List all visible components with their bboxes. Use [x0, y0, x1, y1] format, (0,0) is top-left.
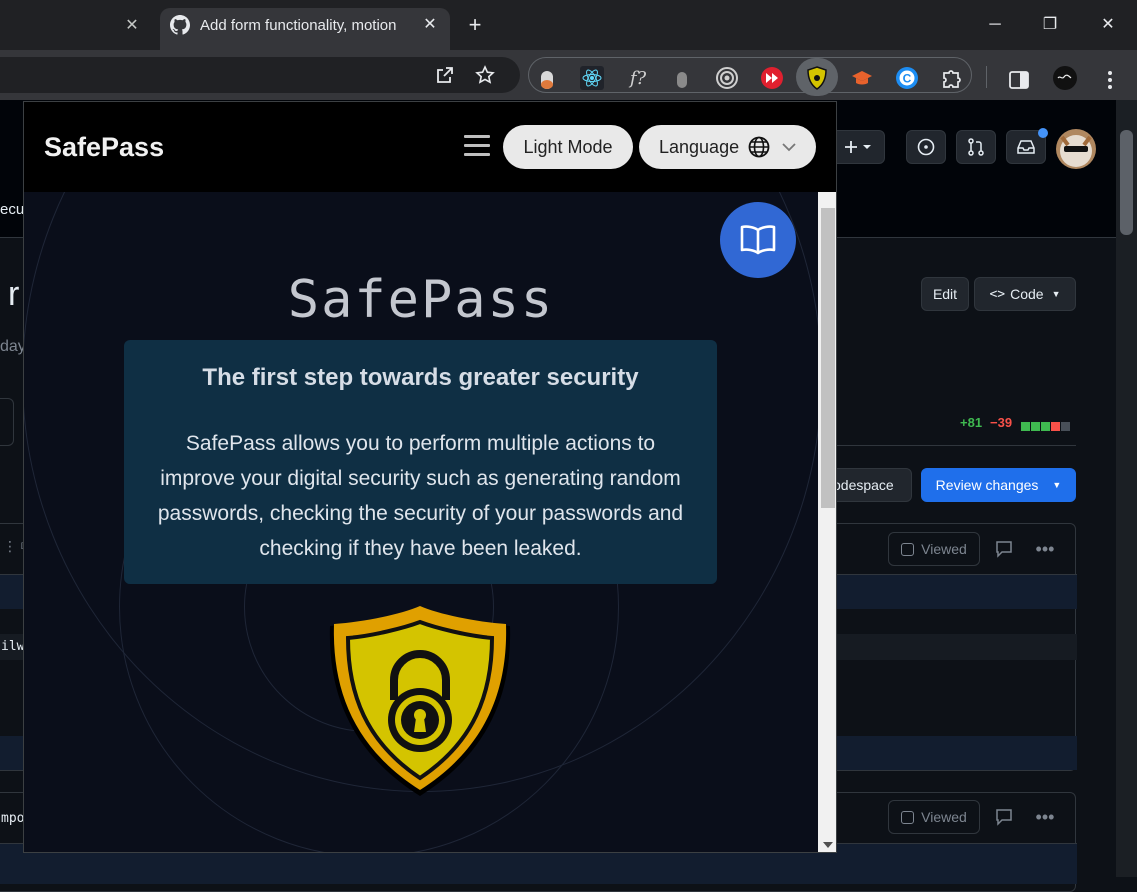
globe-icon — [748, 136, 770, 158]
hat-ext-icon[interactable] — [848, 64, 876, 92]
checkbox-icon — [901, 810, 915, 824]
code-fragment-2: mpo — [1, 811, 25, 826]
forward-ext-icon[interactable] — [758, 64, 786, 92]
user-avatar[interactable] — [1056, 129, 1096, 169]
checkbox-icon — [901, 542, 915, 556]
profile-avatar-icon[interactable] — [1051, 64, 1079, 92]
review-changes-button[interactable]: Review changes ▼ — [921, 468, 1076, 502]
pr-title-fragment: r — [8, 275, 20, 313]
code-label: Code — [1010, 286, 1044, 302]
viewed-checkbox-2[interactable]: Viewed — [888, 800, 980, 834]
side-panel-icon[interactable] — [1005, 66, 1033, 94]
browser-tab-active[interactable]: Add form functionality, motion ✕ — [160, 8, 450, 50]
fx-ext-icon[interactable]: f? — [624, 64, 652, 92]
divider — [836, 445, 1076, 446]
hamburger-menu-icon[interactable] — [464, 135, 490, 157]
kebab-menu-icon[interactable] — [1096, 66, 1124, 94]
new-tab-button[interactable]: + — [462, 12, 488, 38]
card-description: SafePass allows you to perform multiple … — [157, 432, 684, 560]
language-dropdown[interactable]: Language — [639, 125, 816, 169]
browser-tab-inactive[interactable]: ✕ — [0, 8, 155, 50]
docs-book-button[interactable] — [720, 202, 796, 278]
c-ext-icon[interactable]: C — [893, 64, 921, 92]
code-icon: <> — [989, 286, 1006, 302]
react-devtools-icon[interactable] — [578, 64, 606, 92]
edit-button[interactable]: Edit — [921, 277, 969, 311]
language-label: Language — [659, 136, 740, 157]
minimize-button[interactable]: ─ — [980, 10, 1010, 40]
brand-logo-text[interactable]: SafePass — [44, 132, 164, 163]
code-fragment: ilw — [1, 639, 25, 654]
scrollbar-thumb[interactable] — [1120, 130, 1133, 235]
more-options-icon[interactable]: ••• — [1031, 803, 1059, 831]
scroll-down-arrow-icon[interactable] — [823, 842, 833, 848]
hero-title: SafePass — [287, 270, 555, 330]
open-in-new-icon[interactable] — [431, 61, 459, 89]
diffstat-bar — [1021, 418, 1070, 436]
notification-dot — [1038, 128, 1048, 138]
create-new-button[interactable] — [830, 130, 885, 164]
chevron-down-icon: ▼ — [1051, 289, 1061, 299]
deletions-count: −39 — [990, 415, 1013, 430]
codespace-button[interactable]: odespace — [826, 468, 912, 502]
chevron-down-icon — [782, 143, 796, 152]
bulb-ext-icon[interactable] — [668, 66, 696, 94]
capsule-ext-icon[interactable] — [533, 66, 561, 94]
additions-count: +81 — [960, 415, 983, 430]
tab-title: Add form functionality, motion — [200, 17, 397, 34]
target-ext-icon[interactable] — [713, 64, 741, 92]
intro-card: The first step towards greater security … — [124, 340, 717, 584]
safepass-popup: SafePass Light Mode Language SafePass Th… — [23, 101, 837, 853]
github-icon — [170, 15, 190, 35]
light-mode-label: Light Mode — [523, 136, 613, 157]
card-title: The first step towards greater security — [202, 364, 639, 391]
popup-scrollbar-thumb[interactable] — [821, 208, 835, 508]
safepass-ext-icon[interactable] — [803, 64, 831, 92]
nav-fragment: ecu — [0, 201, 25, 218]
issues-icon[interactable] — [906, 130, 946, 164]
pr-meta-fragment: day — [0, 338, 26, 355]
comment-icon[interactable] — [990, 803, 1018, 831]
book-icon — [740, 225, 776, 255]
pull-requests-icon[interactable] — [956, 130, 996, 164]
tab-fragment[interactable] — [0, 398, 14, 446]
tab-close-icon[interactable]: ✕ — [420, 15, 440, 35]
light-mode-button[interactable]: Light Mode — [503, 125, 633, 169]
tab-close-icon[interactable]: ✕ — [122, 16, 142, 36]
restore-button[interactable]: ❐ — [1035, 10, 1065, 40]
window-close-button[interactable]: ✕ — [1093, 10, 1123, 40]
browser-toolbar — [0, 50, 1137, 100]
chevron-down-icon: ▼ — [1052, 480, 1062, 490]
toolbar-separator — [986, 66, 987, 88]
page-scrollbar[interactable] — [1116, 100, 1137, 877]
svg-text:C: C — [903, 72, 912, 86]
viewed-checkbox[interactable]: Viewed — [888, 532, 980, 566]
puzzle-icon[interactable] — [938, 64, 966, 92]
popup-scrollbar[interactable] — [818, 192, 836, 852]
more-options-icon[interactable]: ••• — [1031, 535, 1059, 563]
bookmark-star-icon[interactable] — [471, 61, 499, 89]
viewed-label: Viewed — [921, 809, 967, 825]
shield-lock-icon — [329, 606, 511, 796]
comment-icon[interactable] — [990, 535, 1018, 563]
popup-body: SafePass The first step towards greater … — [24, 192, 818, 852]
popup-navbar: SafePass Light Mode Language — [24, 102, 836, 192]
browser-tab-bar: ✕ Add form functionality, motion ✕ + ─ ❐… — [0, 0, 1137, 50]
code-button[interactable]: <> Code ▼ — [974, 277, 1076, 311]
review-label: Review changes — [935, 477, 1039, 493]
viewed-label: Viewed — [921, 541, 967, 557]
